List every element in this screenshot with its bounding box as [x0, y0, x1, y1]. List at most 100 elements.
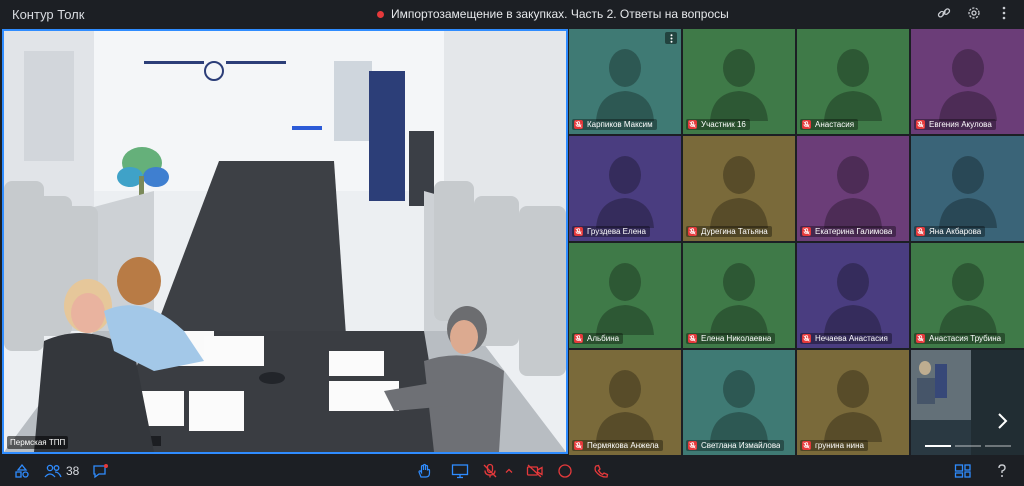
- participant-tile[interactable]: Груздева Елена: [569, 136, 681, 241]
- participant-tile[interactable]: Пермякова Анжела: [569, 350, 681, 455]
- participant-tile[interactable]: Дурегина Татьяна: [683, 136, 795, 241]
- participant-name-row: грунина нина: [800, 440, 869, 451]
- main-speaker-video[interactable]: Пермская ТПП: [2, 29, 568, 454]
- avatar-placeholder-icon: [938, 156, 997, 228]
- app-window: Контур Толк Импортозамещение в закупках.…: [0, 0, 1024, 486]
- participant-name: Яна Акбарова: [929, 227, 982, 236]
- microphone-muted-icon: [574, 441, 583, 450]
- help-button[interactable]: [996, 462, 1008, 480]
- top-actions: [936, 5, 1012, 21]
- hang-up-phone-icon: [594, 464, 609, 478]
- participant-name-row: Участник 16: [686, 119, 750, 130]
- avatar-placeholder-icon: [710, 370, 768, 442]
- monitor-icon: [451, 464, 469, 479]
- page-dot: [955, 445, 981, 447]
- meeting-title-area: Импортозамещение в закупках. Часть 2. От…: [377, 7, 729, 21]
- record-button[interactable]: [557, 462, 573, 480]
- chevron-right-icon: [998, 413, 1008, 429]
- microphone-button[interactable]: [482, 462, 498, 480]
- next-page-button[interactable]: [988, 407, 1016, 435]
- settings-gear-icon[interactable]: [966, 5, 982, 21]
- hand-icon: [418, 463, 431, 478]
- participant-tile[interactable]: Альбина: [569, 243, 681, 348]
- participant-tile[interactable]: Евгения Акулова: [911, 29, 1024, 134]
- avatar-placeholder-icon: [596, 156, 654, 228]
- participant-name: Альбина: [587, 334, 620, 343]
- microphone-muted-icon: [802, 334, 811, 343]
- avatar-placeholder-icon: [596, 49, 654, 121]
- microphone-off-icon: [483, 463, 497, 478]
- participant-name-row: Пермякова Анжела: [572, 440, 663, 451]
- avatar-placeholder-icon: [938, 263, 997, 335]
- record-icon: [558, 464, 572, 478]
- microphone-muted-icon: [574, 227, 583, 236]
- layout-button[interactable]: [954, 462, 972, 480]
- participant-name: Пермякова Анжела: [587, 441, 659, 450]
- microphone-options-button[interactable]: [505, 462, 513, 480]
- participant-name-row: Карпиков Максим: [572, 119, 657, 130]
- participant-name: грунина нина: [815, 441, 865, 450]
- top-bar: Контур Толк Импортозамещение в закупках.…: [0, 0, 1024, 28]
- participant-tile[interactable]: Екатерина Галимова: [797, 136, 909, 241]
- raise-hand-button[interactable]: [416, 462, 432, 480]
- more-vertical-icon: [670, 33, 672, 43]
- speaker-name-label: Пермская ТПП: [7, 436, 69, 449]
- participant-grid: Карпиков Максим Участник 16 Анастасия Евген…: [569, 29, 1024, 455]
- preview-tile-next-page[interactable]: [911, 350, 1024, 455]
- app-title: Контур Толк: [12, 7, 85, 22]
- page-dot: [985, 445, 1011, 447]
- microphone-muted-icon: [574, 334, 583, 343]
- chevron-up-icon: [505, 468, 513, 473]
- participant-tile[interactable]: Анастасия Трубина: [911, 243, 1024, 348]
- chat-icon: [93, 464, 108, 479]
- page-indicator: [925, 445, 1011, 447]
- participant-tile[interactable]: Светлана Измайлова: [683, 350, 795, 455]
- avatar-placeholder-icon: [824, 263, 882, 335]
- question-mark-icon: [998, 464, 1006, 477]
- participant-name: Груздева Елена: [587, 227, 647, 236]
- preview-thumbnail: [911, 350, 1024, 455]
- participant-tile[interactable]: грунина нина: [797, 350, 909, 455]
- participant-tile[interactable]: Участник 16: [683, 29, 795, 134]
- participant-name: Елена Николаевна: [701, 334, 772, 343]
- participant-name-row: Екатерина Галимова: [800, 226, 897, 237]
- participant-name-row: Груздева Елена: [572, 226, 651, 237]
- camera-button[interactable]: [526, 462, 544, 480]
- participant-tile[interactable]: Нечаева Анастасия: [797, 243, 909, 348]
- meeting-title: Импортозамещение в закупках. Часть 2. От…: [391, 7, 729, 21]
- conference-room-video-frame: [4, 31, 566, 452]
- layout-grid-icon: [954, 464, 971, 478]
- avatar-placeholder-icon: [824, 49, 882, 121]
- chat-button[interactable]: [92, 462, 110, 480]
- page-dot-active: [925, 445, 951, 447]
- participant-tile[interactable]: Яна Акбарова: [911, 136, 1024, 241]
- more-vertical-icon[interactable]: [996, 5, 1012, 21]
- participant-name-row: Дурегина Татьяна: [686, 226, 772, 237]
- microphone-muted-icon: [574, 120, 583, 129]
- participant-name: Дурегина Татьяна: [701, 227, 768, 236]
- microphone-muted-icon: [916, 334, 925, 343]
- shapes-button[interactable]: [14, 462, 30, 480]
- participant-name-row: Анастасия Трубина: [914, 333, 1006, 344]
- participant-name: Карпиков Максим: [587, 120, 653, 129]
- participant-tile[interactable]: Анастасия: [797, 29, 909, 134]
- microphone-muted-icon: [802, 120, 811, 129]
- participant-tile[interactable]: Карпиков Максим: [569, 29, 681, 134]
- leave-call-button[interactable]: [592, 462, 610, 480]
- participant-tile[interactable]: Елена Николаевна: [683, 243, 795, 348]
- tile-menu-button[interactable]: [665, 32, 677, 44]
- microphone-muted-icon: [688, 120, 697, 129]
- participant-name: Анастасия Трубина: [929, 334, 1002, 343]
- participant-name-row: Нечаева Анастасия: [800, 333, 892, 344]
- participant-name-row: Светлана Измайлова: [686, 440, 785, 451]
- microphone-muted-icon: [802, 441, 811, 450]
- microphone-muted-icon: [688, 334, 697, 343]
- participants-button[interactable]: 38: [44, 462, 79, 480]
- link-icon[interactable]: [936, 5, 952, 21]
- participant-name: Светлана Измайлова: [701, 441, 781, 450]
- camera-off-icon: [526, 464, 543, 478]
- participants-count: 38: [66, 464, 80, 478]
- participant-name-row: Яна Акбарова: [914, 226, 986, 237]
- participant-name: Евгения Акулова: [929, 120, 992, 129]
- screen-share-button[interactable]: [451, 462, 469, 480]
